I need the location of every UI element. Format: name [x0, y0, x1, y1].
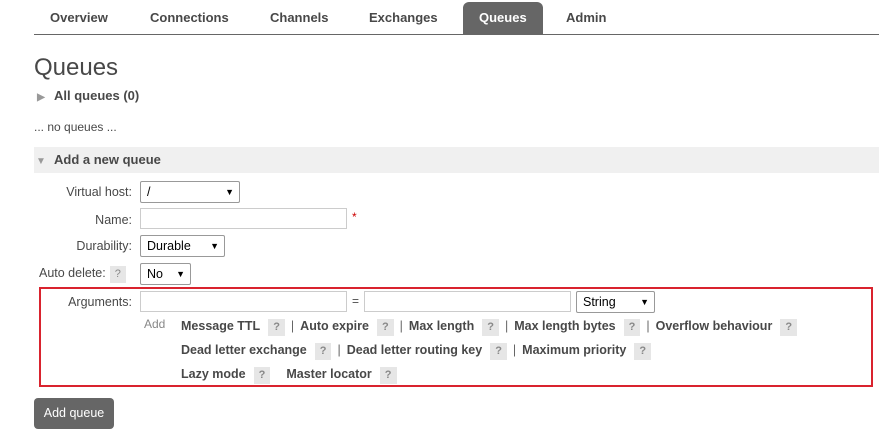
help-icon[interactable]: ? [634, 343, 652, 360]
argument-type-value: String [583, 295, 616, 309]
help-icon[interactable]: ? [623, 319, 641, 336]
argument-value-input[interactable] [364, 291, 571, 312]
option-lazy-mode[interactable]: Lazy mode [181, 367, 246, 381]
option-max-length[interactable]: Max length [409, 319, 474, 333]
triangle-down-icon: ▼ [36, 156, 46, 167]
arguments-label: Arguments: [68, 295, 132, 309]
tab-connections[interactable]: Connections [134, 2, 245, 34]
durability-label: Durability: [76, 239, 132, 253]
separator: | [512, 343, 517, 357]
argument-type-select[interactable]: String ▼ [576, 291, 655, 313]
argument-options-row-1: Message TTL? | Auto expire? | Max length? | Ma… [181, 319, 798, 336]
help-icon[interactable]: ? [253, 367, 271, 384]
argument-options-row-3: Lazy mode? Master locator? [181, 367, 397, 384]
help-icon[interactable]: ? [376, 319, 394, 336]
tab-admin[interactable]: Admin [550, 2, 622, 34]
add-argument-link[interactable]: Add [144, 317, 165, 331]
option-master-locator[interactable]: Master locator [286, 367, 371, 381]
auto-delete-value: No [147, 267, 163, 281]
caret-down-icon: ▼ [225, 187, 234, 197]
no-queues-text: ... no queues ... [34, 120, 117, 134]
caret-down-icon: ▼ [210, 241, 219, 251]
argument-options-row-2: Dead letter exchange? | Dead letter routin… [181, 343, 652, 360]
help-icon[interactable]: ? [268, 319, 285, 336]
separator: | [290, 319, 295, 333]
tab-channels[interactable]: Channels [254, 2, 345, 34]
virtual-host-label: Virtual host: [66, 185, 132, 199]
auto-delete-label: Auto delete: [39, 266, 106, 280]
page-title: Queues [34, 54, 119, 81]
virtual-host-select[interactable]: / ▼ [140, 181, 240, 203]
auto-delete-help-icon[interactable]: ? [109, 266, 126, 283]
name-label: Name: [95, 213, 132, 227]
add-new-queue-toggle[interactable]: ▼ Add a new queue [34, 147, 161, 173]
triangle-right-icon: ▶ [37, 92, 45, 103]
separator: | [504, 319, 509, 333]
option-overflow-behaviour[interactable]: Overflow behaviour [656, 319, 773, 333]
tab-queues[interactable]: Queues [463, 2, 543, 34]
option-message-ttl[interactable]: Message TTL [181, 319, 260, 333]
separator: | [337, 343, 341, 357]
help-icon[interactable]: ? [490, 343, 507, 360]
add-queue-button[interactable]: Add queue [34, 398, 114, 429]
help-icon[interactable]: ? [780, 319, 798, 336]
equals-sign: = [352, 294, 360, 308]
caret-down-icon: ▼ [176, 269, 185, 279]
option-dead-letter-exchange[interactable]: Dead letter exchange [181, 343, 307, 357]
help-icon[interactable]: ? [482, 319, 499, 336]
argument-key-input[interactable] [140, 291, 347, 312]
separator: | [399, 319, 403, 333]
option-maximum-priority[interactable]: Maximum priority [522, 343, 626, 357]
durability-value: Durable [147, 239, 191, 253]
name-input[interactable] [140, 208, 347, 229]
tab-overview[interactable]: Overview [34, 2, 124, 34]
top-nav: Overview Connections Channels Exchanges … [34, 0, 879, 35]
add-new-queue-label: Add a new queue [54, 152, 161, 167]
option-max-length-bytes[interactable]: Max length bytes [514, 319, 615, 333]
required-mark: * [352, 210, 357, 224]
option-dead-letter-routing-key[interactable]: Dead letter routing key [347, 343, 482, 357]
all-queues-label: All queues (0) [54, 88, 140, 103]
auto-delete-label-wrap: Auto delete:? [39, 266, 126, 283]
help-icon[interactable]: ? [314, 343, 332, 360]
tab-exchanges[interactable]: Exchanges [353, 2, 454, 34]
caret-down-icon: ▼ [640, 297, 649, 307]
option-auto-expire[interactable]: Auto expire [300, 319, 369, 333]
all-queues-toggle[interactable]: ▶ All queues (0) [34, 83, 139, 109]
auto-delete-select[interactable]: No ▼ [140, 263, 191, 285]
separator: | [646, 319, 650, 333]
help-icon[interactable]: ? [379, 367, 397, 384]
virtual-host-value: / [147, 185, 151, 199]
durability-select[interactable]: Durable ▼ [140, 235, 225, 257]
